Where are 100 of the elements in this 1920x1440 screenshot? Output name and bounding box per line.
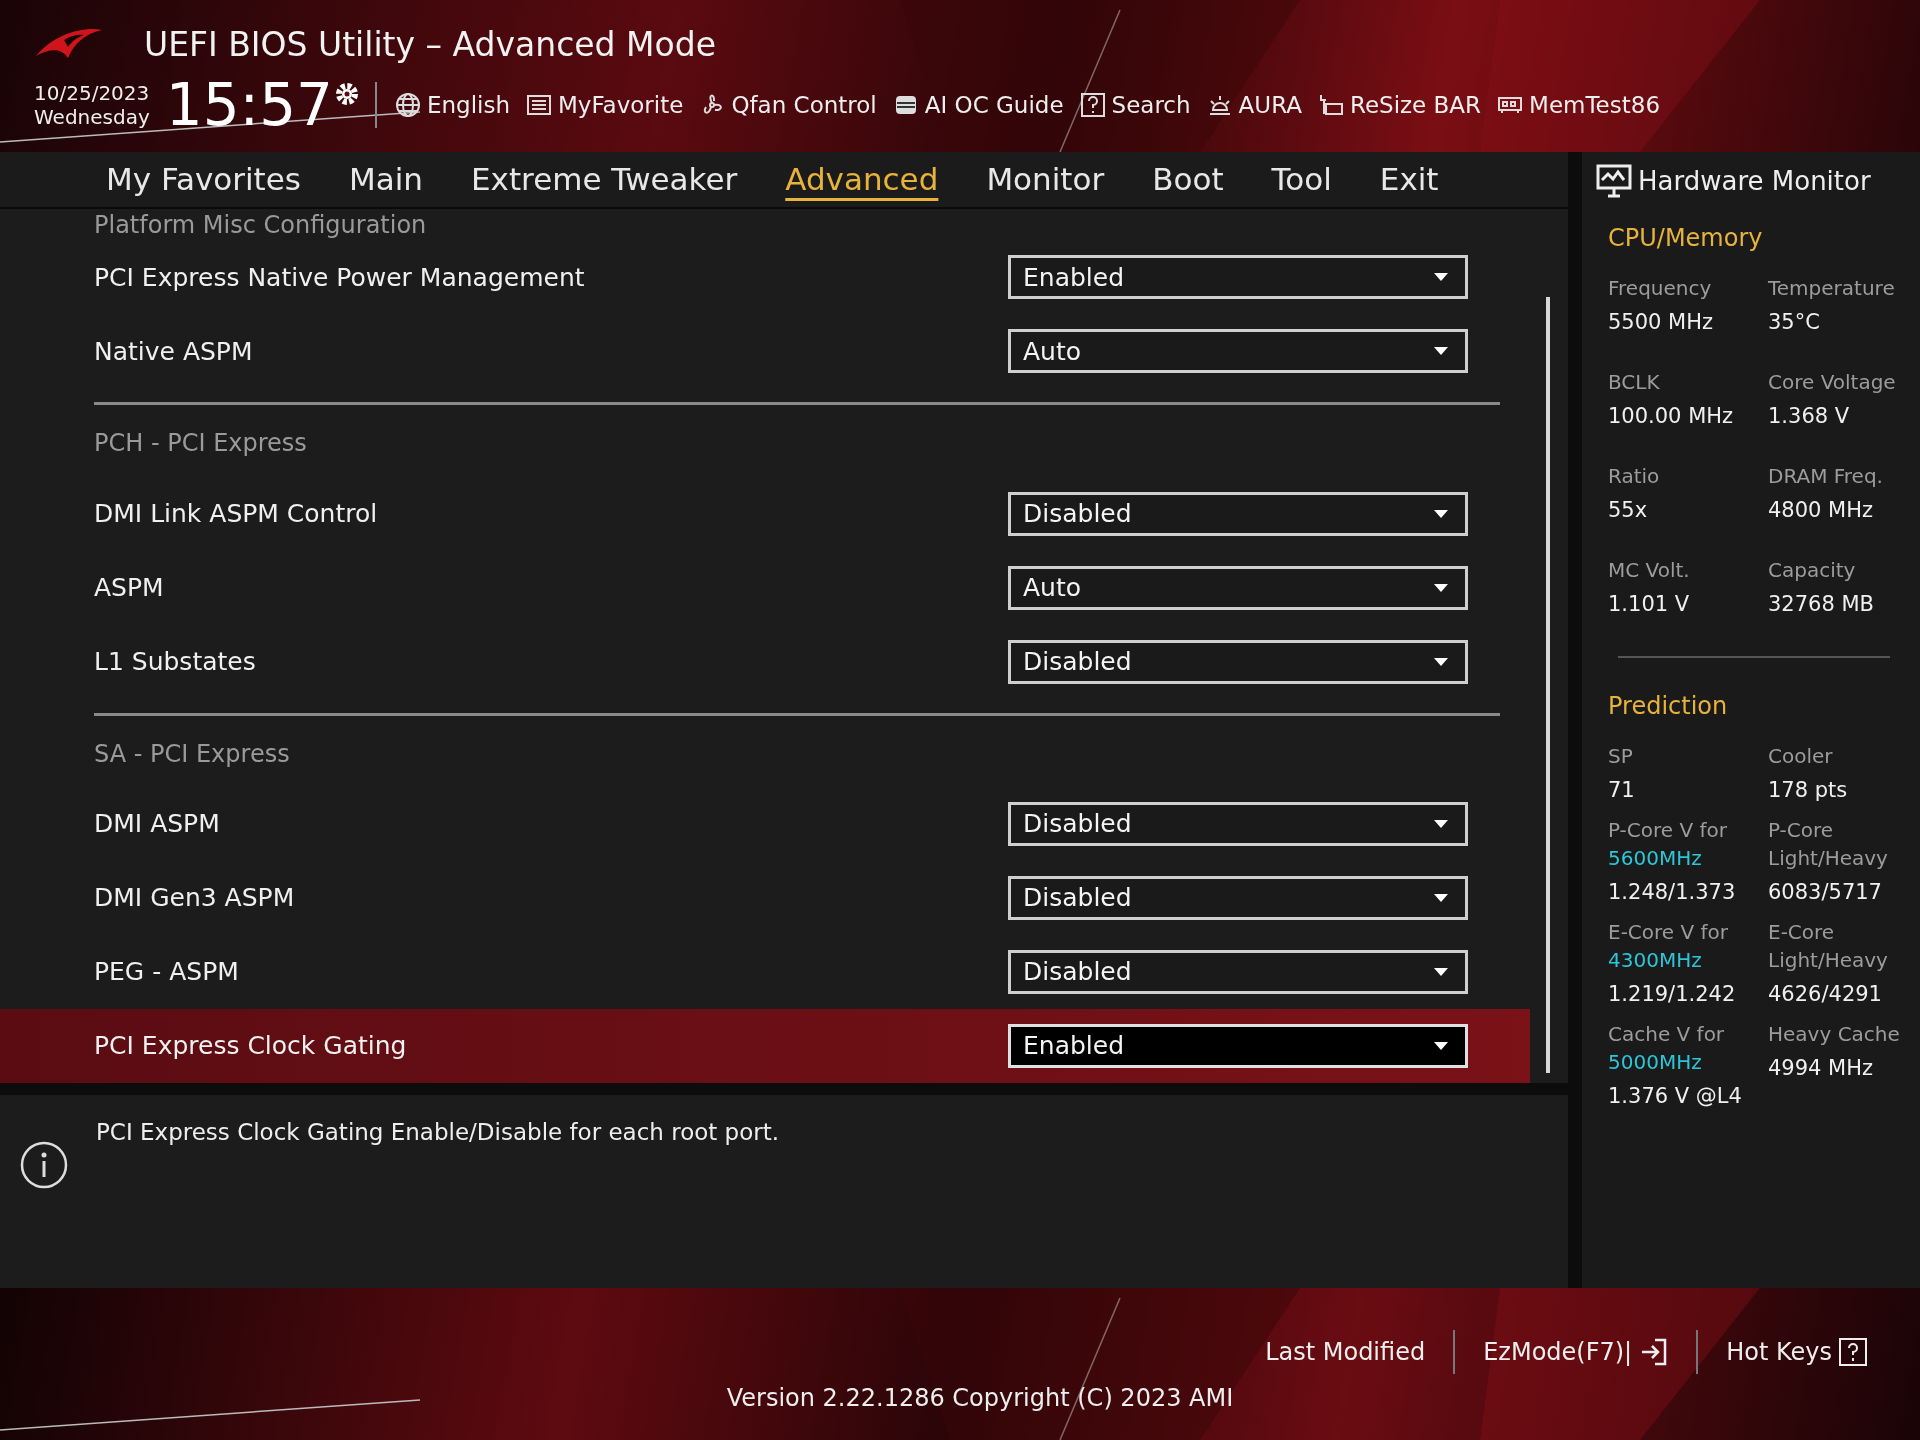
caret-icon xyxy=(1433,582,1449,593)
stat-value: 4800 MHz xyxy=(1768,498,1875,522)
setting-row[interactable]: DMI Gen3 ASPM Disabled xyxy=(0,860,1530,935)
stat-label: P-Core Light/Heavy xyxy=(1768,817,1889,872)
stat-label: Core Voltage xyxy=(1768,369,1897,396)
setting-row[interactable]: DMI Link ASPM Control Disabled xyxy=(0,476,1530,551)
caret-icon xyxy=(1433,818,1449,829)
stat-value: 1.368 V xyxy=(1768,404,1851,428)
stat-label: SP xyxy=(1608,743,1634,770)
caret-icon xyxy=(1433,346,1449,357)
setting-label: DMI Gen3 ASPM xyxy=(94,883,295,913)
setting-label: PEG - ASPM xyxy=(94,957,239,987)
stat-label: Cache V for 5000MHz xyxy=(1608,1021,1726,1076)
menu-tab[interactable]: Advanced xyxy=(761,161,963,198)
menu-tab[interactable]: Extreme Tweaker xyxy=(447,161,762,198)
dropdown[interactable]: Auto xyxy=(1008,565,1468,610)
toolbar-button[interactable]: MyFavorite xyxy=(526,92,694,118)
menu-tab[interactable]: Boot xyxy=(1128,161,1248,198)
dropdown[interactable]: Disabled xyxy=(1008,949,1468,994)
stat-value: 35°C xyxy=(1768,310,1821,334)
setting-label: DMI Link ASPM Control xyxy=(94,499,378,529)
setting-label: Native ASPM xyxy=(94,336,253,366)
clock-text: 15:57 xyxy=(165,71,333,139)
toolbar-button[interactable]: AURA xyxy=(1206,92,1312,118)
stat-value: 71 xyxy=(1608,778,1636,802)
caret-icon xyxy=(1433,892,1449,903)
caret-icon xyxy=(1433,966,1449,977)
stat-value: 32768 MB xyxy=(1768,592,1875,616)
setting-row[interactable]: DMI ASPM Disabled xyxy=(0,787,1530,861)
footer-button[interactable]: Hot Keys xyxy=(1698,1337,1896,1367)
stat-value: 5500 MHz xyxy=(1608,310,1715,334)
info-icon xyxy=(20,1140,68,1189)
setting-row[interactable]: Native ASPM Auto xyxy=(0,314,1530,389)
setting-label: DMI ASPM xyxy=(94,809,220,839)
stat-value: 100.00 MHz xyxy=(1608,404,1735,428)
stat-label: Frequency xyxy=(1608,275,1713,302)
menu-tab[interactable]: Monitor xyxy=(962,161,1129,198)
setting-row[interactable]: L1 Substates Disabled xyxy=(0,624,1530,699)
section-title: Prediction xyxy=(1608,692,1729,720)
caret-icon xyxy=(1433,656,1449,667)
stat-value: 6083/5717 xyxy=(1768,880,1883,904)
help-text: PCI Express Clock Gating Enable/Disable for each root port. xyxy=(96,1118,780,1147)
toolbar-button[interactable]: English xyxy=(394,92,520,118)
dropdown[interactable]: Disabled xyxy=(1008,875,1468,920)
window-title: UEFI BIOS Utility – Advanced Mode xyxy=(144,24,716,64)
section-heading: PCH - PCI Express xyxy=(94,402,1500,477)
dropdown[interactable]: Auto xyxy=(1008,329,1468,374)
footer-button[interactable]: Last Modified xyxy=(1237,1338,1454,1366)
scrollbar[interactable] xyxy=(1546,296,1550,1073)
menu-tab[interactable]: Tool xyxy=(1247,161,1356,198)
menu-tab[interactable]: Exit xyxy=(1355,161,1463,198)
stat-label: DRAM Freq. xyxy=(1768,463,1884,490)
toolbar-button[interactable]: ReSize BAR xyxy=(1317,92,1492,118)
stat-value: 4626/4291 xyxy=(1768,982,1883,1006)
help-icon xyxy=(1838,1337,1868,1367)
stat-label: Heavy Cache xyxy=(1768,1021,1901,1048)
stat-label: E-Core Light/Heavy xyxy=(1768,919,1889,974)
setting-row[interactable]: ASPM Auto xyxy=(0,550,1530,625)
stat-label: BCLK xyxy=(1608,369,1661,396)
weekday-text: Wednesday xyxy=(34,105,150,129)
menu-tab[interactable]: My Favorites xyxy=(82,161,325,198)
stat-label: Temperature xyxy=(1768,275,1896,302)
stat-value: 1.219/1.242 xyxy=(1608,982,1737,1006)
dropdown[interactable]: Disabled xyxy=(1008,639,1468,684)
stat-label: P-Core V for 5600MHz xyxy=(1608,817,1729,872)
monitor-icon xyxy=(1596,164,1632,198)
stat-label: MC Volt. xyxy=(1608,557,1691,584)
card-icon xyxy=(1317,92,1344,118)
setting-row[interactable]: PCI Express Native Power Management Enabled xyxy=(0,240,1530,315)
caret-icon xyxy=(1433,508,1449,519)
setting-row[interactable]: PEG - ASPM Disabled xyxy=(0,934,1530,1009)
stat-value: 1.376 V @L4 xyxy=(1608,1084,1743,1108)
dropdown[interactable]: Disabled xyxy=(1008,801,1468,846)
section-heading: Platform Misc Configuration xyxy=(94,210,428,241)
list-icon xyxy=(526,92,552,118)
toolbar-button[interactable]: AI OC Guide xyxy=(892,92,1074,118)
footer-button[interactable]: EzMode(F7)| xyxy=(1455,1337,1697,1367)
toolbar-button[interactable]: MemTest86 xyxy=(1497,92,1671,118)
selected-setting-row[interactable]: PCI Express Clock Gating Enabled xyxy=(0,1008,1530,1083)
setting-label: PCI Express Native Power Management xyxy=(94,262,585,292)
dropdown[interactable]: Disabled xyxy=(1008,491,1468,536)
setting-label: ASPM xyxy=(94,573,164,603)
stat-value: 1.248/1.373 xyxy=(1608,880,1737,904)
stat-label: Capacity xyxy=(1768,557,1857,584)
menu-tab[interactable]: Main xyxy=(325,161,447,198)
dropdown[interactable]: Enabled xyxy=(1008,1023,1468,1068)
panel-title: Hardware Monitor xyxy=(1638,166,1871,196)
caret-icon xyxy=(1433,1040,1449,1051)
stat-value: 4994 MHz xyxy=(1768,1056,1875,1080)
toolbar-button[interactable]: Search xyxy=(1079,92,1201,118)
setting-label: PCI Express Clock Gating xyxy=(94,1031,407,1061)
setting-label: L1 Substates xyxy=(94,647,256,677)
dropdown[interactable]: Enabled xyxy=(1008,255,1468,300)
toolbar-button[interactable]: Qfan Control xyxy=(699,92,887,118)
stat-value: 1.101 V xyxy=(1608,592,1691,616)
date-text: 10/25/2023 xyxy=(34,81,150,105)
globe-icon xyxy=(394,92,421,118)
stat-label: Ratio xyxy=(1608,463,1661,490)
caret-icon xyxy=(1433,272,1449,283)
version-text: Version 2.22.1286 Copyright (C) 2023 AMI xyxy=(726,1384,1234,1412)
